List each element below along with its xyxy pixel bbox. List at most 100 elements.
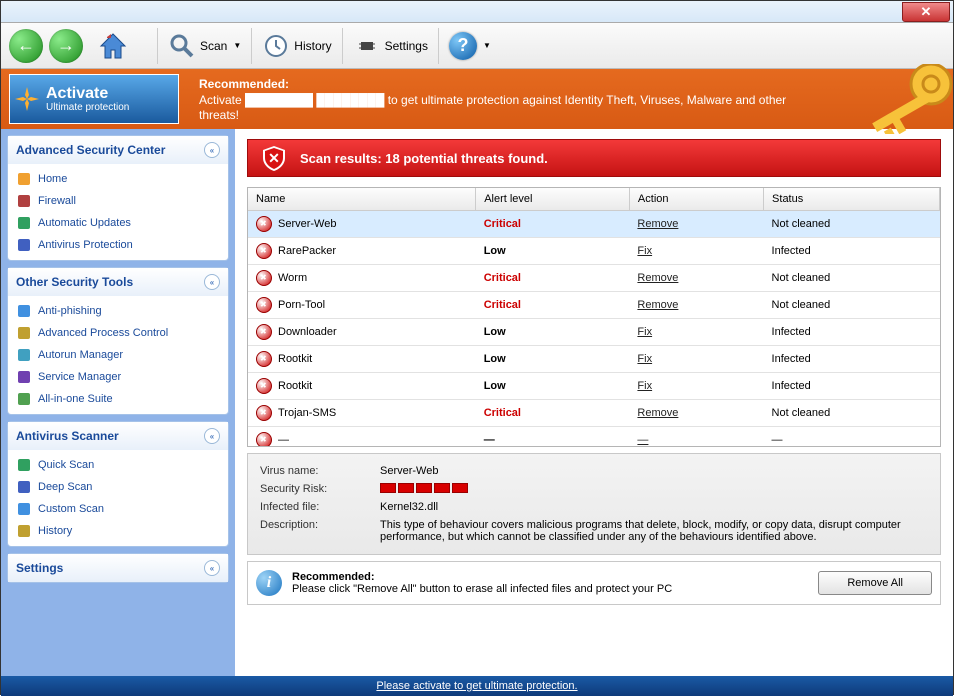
footer-activate-link[interactable]: Please activate to get ultimate protecti… — [376, 680, 577, 692]
window-titlebar: ✕ — [1, 1, 953, 23]
virus-name-label: Virus name: — [260, 465, 380, 477]
help-menu-button[interactable]: ?▼ — [438, 28, 501, 64]
table-row[interactable]: Porn-ToolCriticalRemoveNot cleaned — [248, 292, 940, 319]
settings-label: Settings — [385, 39, 428, 53]
remove-all-button[interactable]: Remove All — [818, 571, 932, 595]
threat-details-panel: Virus name:Server-Web Security Risk: Inf… — [247, 453, 941, 555]
sidebar-item[interactable]: Firewall — [14, 190, 222, 212]
threat-icon — [256, 432, 272, 447]
settings-button[interactable]: Settings — [342, 28, 438, 64]
promo-label: Recommended: — [199, 77, 289, 91]
threat-icon — [256, 297, 272, 313]
panel-header-settings[interactable]: Settings « — [8, 554, 228, 582]
sidebar-item[interactable]: History — [14, 520, 222, 542]
table-row[interactable]: Server-Web Critical Remove Not cleaned — [248, 211, 940, 238]
sidebar-item[interactable]: Deep Scan — [14, 476, 222, 498]
table-row[interactable]: Trojan-SMSCriticalRemoveNot cleaned — [248, 400, 940, 427]
table-row[interactable]: ———— — [248, 427, 940, 448]
shield-icon: ✕ — [260, 144, 288, 172]
status-cell: Infected — [764, 346, 940, 373]
action-link[interactable]: Remove — [637, 407, 678, 419]
action-link[interactable]: Remove — [637, 299, 678, 311]
promo-text: Recommended: Activate ████████ ████████ … — [179, 69, 819, 129]
alert-level: Critical — [476, 400, 630, 427]
sidebar-item-label: Custom Scan — [38, 503, 104, 515]
main-toolbar: ← → Scan▼ History Settings ?▼ — [1, 23, 953, 69]
table-row[interactable]: WormCriticalRemoveNot cleaned — [248, 265, 940, 292]
threat-name: Worm — [278, 272, 307, 284]
column-header[interactable]: Name — [248, 188, 476, 211]
sidebar-item[interactable]: Antivirus Protection — [14, 234, 222, 256]
panel-title: Antivirus Scanner — [16, 429, 119, 443]
status-cell: Not cleaned — [764, 292, 940, 319]
panel-header-security-center[interactable]: Advanced Security Center « — [8, 136, 228, 164]
sidebar-item-label: Home — [38, 173, 67, 185]
column-header[interactable]: Action — [629, 188, 763, 211]
action-link[interactable]: Fix — [637, 353, 652, 365]
action-link[interactable]: Fix — [637, 245, 652, 257]
threat-name: Server-Web — [278, 218, 336, 230]
close-window-button[interactable]: ✕ — [902, 2, 950, 22]
sidebar-item[interactable]: Advanced Process Control — [14, 322, 222, 344]
sidebar-item[interactable]: Custom Scan — [14, 498, 222, 520]
activate-subtitle: Ultimate protection — [46, 102, 129, 113]
collapse-icon: « — [204, 428, 220, 444]
column-header[interactable]: Status — [764, 188, 940, 211]
svg-text:✕: ✕ — [268, 150, 280, 166]
file-value: Kernel32.dll — [380, 501, 438, 513]
scan-menu-button[interactable]: Scan▼ — [157, 28, 251, 64]
threat-name: Porn-Tool — [278, 299, 325, 311]
sidebar-item-label: Service Manager — [38, 371, 121, 383]
sidebar-item[interactable]: Home — [14, 168, 222, 190]
status-cell: — — [764, 427, 940, 448]
sidebar-item[interactable]: Service Manager — [14, 366, 222, 388]
sidebar-item-label: Autorun Manager — [38, 349, 123, 361]
collapse-icon: « — [204, 142, 220, 158]
collapse-icon: « — [204, 274, 220, 290]
panel-title: Settings — [16, 561, 63, 575]
table-row[interactable]: RootkitLowFixInfected — [248, 346, 940, 373]
sidebar-item[interactable]: Quick Scan — [14, 454, 222, 476]
table-row[interactable]: DownloaderLowFixInfected — [248, 319, 940, 346]
panel-title: Advanced Security Center — [16, 143, 165, 157]
column-header[interactable]: Alert level — [476, 188, 630, 211]
panel-header-other-tools[interactable]: Other Security Tools « — [8, 268, 228, 296]
sidebar-item[interactable]: Anti-phishing — [14, 300, 222, 322]
action-link[interactable]: Remove — [637, 218, 678, 230]
action-link[interactable]: Fix — [637, 380, 652, 392]
history-label: History — [294, 39, 331, 53]
home-icon-button[interactable] — [97, 30, 129, 62]
status-cell: Infected — [764, 373, 940, 400]
risk-label: Security Risk: — [260, 483, 380, 495]
history-button[interactable]: History — [251, 28, 341, 64]
threat-name: Trojan-SMS — [278, 407, 336, 419]
forward-button[interactable]: → — [49, 29, 83, 63]
status-footer: Please activate to get ultimate protecti… — [1, 676, 953, 696]
desc-label: Description: — [260, 519, 380, 543]
table-row[interactable]: RarePackerLowFixInfected — [248, 238, 940, 265]
promo-body: Activate ████████ ████████ to get ultima… — [199, 93, 786, 123]
promo-banner: Activate Ultimate protection Recommended… — [1, 69, 953, 129]
activate-button[interactable]: Activate Ultimate protection — [9, 74, 179, 124]
sidebar-item[interactable]: Autorun Manager — [14, 344, 222, 366]
alert-level: Critical — [476, 265, 630, 292]
threat-name: RarePacker — [278, 245, 336, 257]
info-icon: i — [256, 570, 282, 596]
status-cell: Not cleaned — [764, 211, 940, 238]
panel-header-antivirus-scanner[interactable]: Antivirus Scanner « — [8, 422, 228, 450]
table-row[interactable]: RootkitLowFixInfected — [248, 373, 940, 400]
threat-icon — [256, 324, 272, 340]
chevron-down-icon: ▼ — [483, 41, 491, 50]
sidebar-item[interactable]: Automatic Updates — [14, 212, 222, 234]
action-link[interactable]: Fix — [637, 326, 652, 338]
sidebar-item[interactable]: All-in-one Suite — [14, 388, 222, 410]
action-link[interactable]: Remove — [637, 272, 678, 284]
desc-value: This type of behaviour covers malicious … — [380, 519, 928, 543]
search-icon — [168, 32, 196, 60]
back-button[interactable]: ← — [9, 29, 43, 63]
action-link[interactable]: — — [637, 434, 648, 446]
alert-level: Critical — [476, 211, 630, 238]
sidebar-item-label: Anti-phishing — [38, 305, 102, 317]
virus-name-value: Server-Web — [380, 465, 438, 477]
threats-table-wrap[interactable]: NameAlert levelActionStatus Server-Web Cr… — [247, 187, 941, 447]
